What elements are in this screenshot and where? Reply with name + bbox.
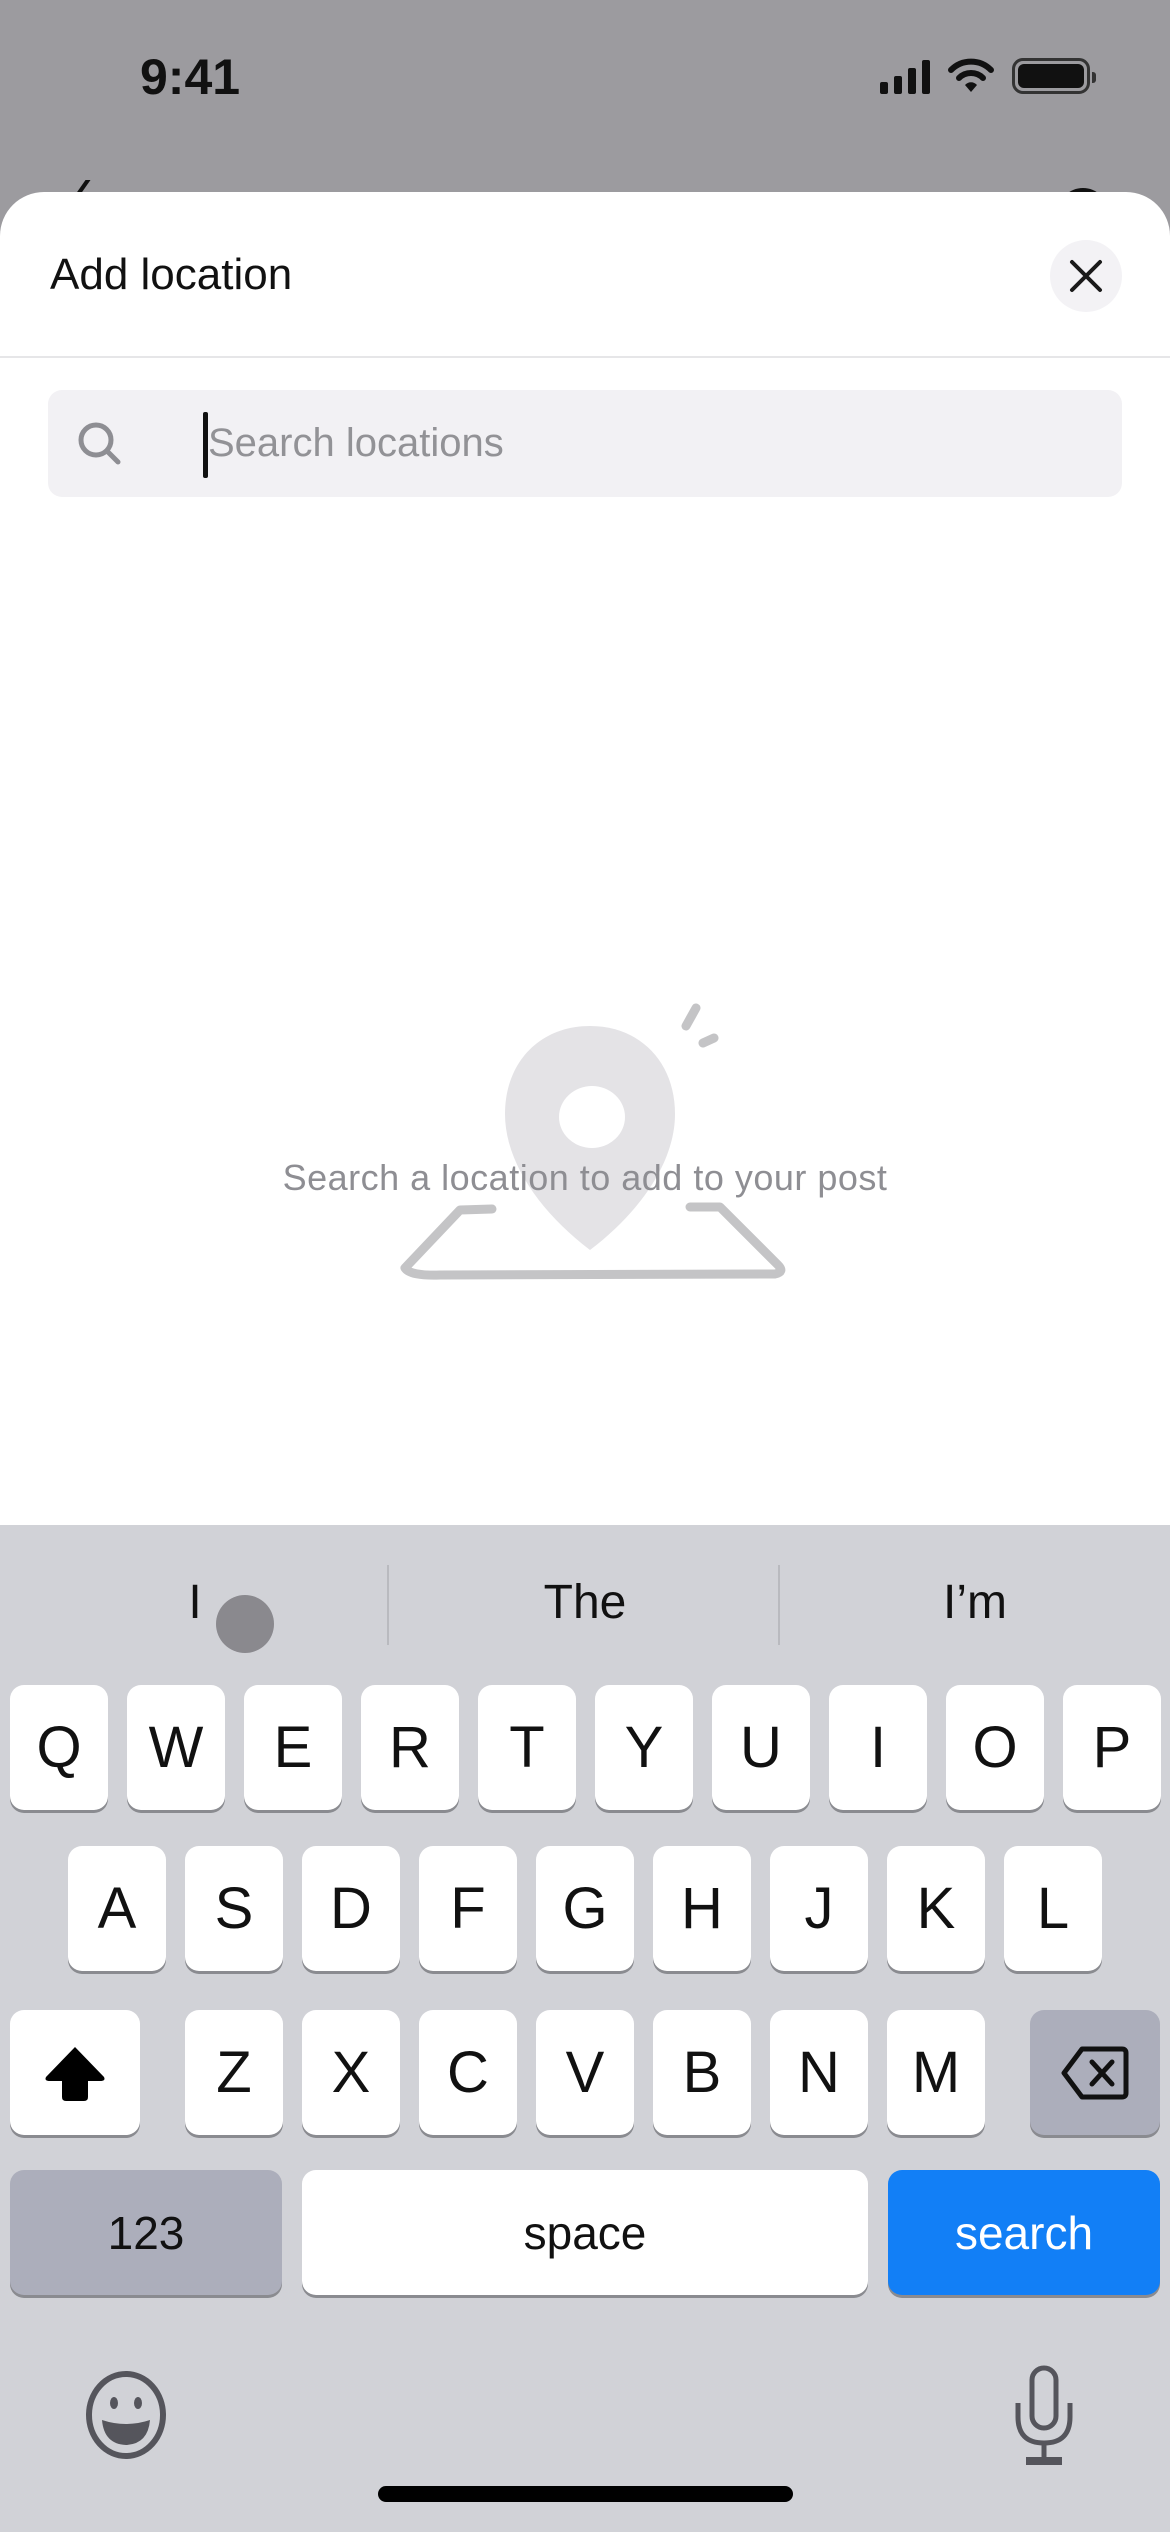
numbers-key[interactable]: 123 xyxy=(10,2170,282,2295)
key-f[interactable]: F xyxy=(419,1846,517,1971)
touch-indicator xyxy=(216,1595,274,1653)
close-icon xyxy=(1070,260,1102,292)
key-u[interactable]: U xyxy=(712,1685,810,1810)
key-e[interactable]: E xyxy=(244,1685,342,1810)
shift-icon xyxy=(45,2046,105,2101)
suggestion-1[interactable]: I xyxy=(0,1563,390,1643)
key-s[interactable]: S xyxy=(185,1846,283,1971)
battery-icon xyxy=(1012,58,1096,94)
microphone-icon[interactable] xyxy=(1012,2365,1076,2469)
key-r[interactable]: R xyxy=(361,1685,459,1810)
status-time: 9:41 xyxy=(140,49,241,105)
key-y[interactable]: Y xyxy=(595,1685,693,1810)
key-a[interactable]: A xyxy=(68,1846,166,1971)
key-w[interactable]: W xyxy=(127,1685,225,1810)
header-divider xyxy=(0,356,1170,358)
key-k[interactable]: K xyxy=(887,1846,985,1971)
key-l[interactable]: L xyxy=(1004,1846,1102,1971)
key-m[interactable]: M xyxy=(887,2010,985,2135)
map-pin-illustration xyxy=(400,1003,786,1280)
shift-key[interactable] xyxy=(10,2010,140,2135)
key-t[interactable]: T xyxy=(478,1685,576,1810)
cellular-signal-icon xyxy=(880,58,930,94)
key-p[interactable]: P xyxy=(1063,1685,1161,1810)
key-h[interactable]: H xyxy=(653,1846,751,1971)
sheet-title: Add location xyxy=(50,250,293,299)
sparkle-lines xyxy=(681,1003,719,1048)
key-j[interactable]: J xyxy=(770,1846,868,1971)
key-i[interactable]: I xyxy=(829,1685,927,1810)
home-indicator[interactable] xyxy=(378,2486,793,2502)
add-location-sheet: Add location Search a location to add to… xyxy=(0,192,1170,1532)
map-pin-hole xyxy=(559,1086,625,1148)
status-icons xyxy=(880,58,1096,94)
close-button[interactable] xyxy=(1050,240,1122,312)
key-b[interactable]: B xyxy=(653,2010,751,2135)
backspace-icon xyxy=(1061,2046,1129,2099)
search-input[interactable] xyxy=(208,390,1088,497)
key-v[interactable]: V xyxy=(536,2010,634,2135)
search-field[interactable] xyxy=(48,390,1122,497)
key-d[interactable]: D xyxy=(302,1846,400,1971)
key-g[interactable]: G xyxy=(536,1846,634,1971)
key-x[interactable]: X xyxy=(302,2010,400,2135)
key-z[interactable]: Z xyxy=(185,2010,283,2135)
keyboard: I The I’m Q W E R T Y U I O P A S D F G … xyxy=(0,1525,1170,2532)
backspace-key[interactable] xyxy=(1030,2010,1160,2135)
space-key[interactable]: space xyxy=(302,2170,868,2295)
status-bar: 9:41 xyxy=(0,0,1170,150)
suggestion-divider xyxy=(387,1565,389,1645)
empty-state-message: Search a location to add to your post xyxy=(282,1157,888,1198)
suggestion-bar: I The I’m xyxy=(0,1525,1170,1675)
suggestion-3[interactable]: I’m xyxy=(780,1563,1170,1643)
suggestion-2[interactable]: The xyxy=(390,1563,780,1643)
emoji-icon[interactable] xyxy=(84,2370,168,2460)
key-o[interactable]: O xyxy=(946,1685,1044,1810)
search-icon xyxy=(78,422,121,465)
wifi-icon xyxy=(948,58,994,92)
search-key[interactable]: search xyxy=(888,2170,1160,2295)
key-q[interactable]: Q xyxy=(10,1685,108,1810)
key-n[interactable]: N xyxy=(770,2010,868,2135)
key-c[interactable]: C xyxy=(419,2010,517,2135)
